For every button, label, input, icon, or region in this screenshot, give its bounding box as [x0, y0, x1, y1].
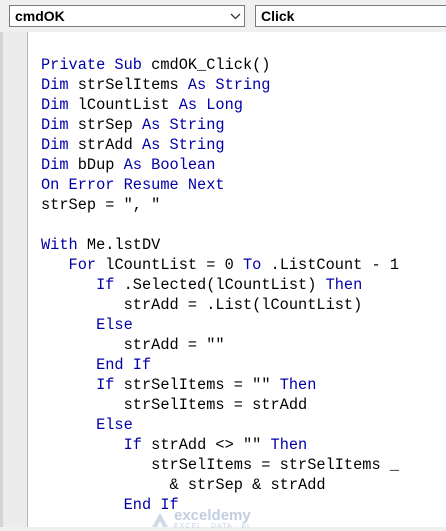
code-editor[interactable]: Private Sub cmdOK_Click() Dim strSelItems… — [0, 32, 446, 530]
margin-indicator-bar[interactable] — [3, 32, 28, 527]
code-line[interactable]: strSelItems = strSelItems _ — [41, 455, 399, 475]
code-line[interactable]: Else — [41, 315, 399, 335]
code-line[interactable]: If strSelItems = "" Then — [41, 375, 399, 395]
code-line[interactable]: If strAdd <> "" Then — [41, 435, 399, 455]
code-line[interactable]: Dim strSelItems As String — [41, 75, 399, 95]
procedure-dropdown[interactable]: Click — [255, 5, 446, 27]
vba-keyword: As String — [141, 116, 225, 134]
code-line[interactable]: strAdd = "" — [41, 335, 399, 355]
code-line[interactable]: Dim lCountList As Long — [41, 95, 399, 115]
vba-keyword: If — [96, 376, 124, 394]
code-text: strAdd <> "" — [151, 436, 271, 454]
code-text: strAdd — [77, 136, 142, 154]
code-text: strSep — [77, 116, 142, 134]
watermark-name: exceldemy — [174, 507, 251, 524]
code-text: lCountList — [77, 96, 179, 114]
vba-keyword: Dim — [41, 136, 78, 154]
vba-keyword: As Long — [178, 96, 243, 114]
vba-keyword: With — [41, 236, 87, 254]
code-line[interactable]: End If — [41, 355, 399, 375]
code-text: .Selected(lCountList) — [123, 276, 326, 294]
code-line[interactable]: Dim strSep As String — [41, 115, 399, 135]
vba-keyword: Dim — [41, 156, 78, 174]
object-dropdown-value: cmdOK — [15, 8, 65, 24]
code-line[interactable]: & strSep & strAdd — [41, 475, 399, 495]
vba-keyword: On Error Resume Next — [41, 176, 225, 194]
code-text: strSep = ", " — [41, 196, 161, 214]
chevron-down-icon[interactable] — [226, 6, 244, 26]
code-line[interactable]: On Error Resume Next — [41, 175, 399, 195]
vba-keyword: Private Sub — [41, 56, 152, 74]
code-text: strSelItems — [77, 76, 188, 94]
code-line[interactable] — [41, 215, 399, 235]
code-text: strSelItems = strAdd — [41, 396, 308, 414]
vba-keyword: Else — [96, 316, 133, 334]
vba-keyword: To — [242, 256, 271, 274]
code-line[interactable]: Dim bDup As Boolean — [41, 155, 399, 175]
code-line[interactable]: strAdd = .List(lCountList) — [41, 295, 399, 315]
vba-keyword: Else — [96, 416, 133, 434]
vba-keyword: Dim — [41, 76, 78, 94]
vba-keyword: Then — [270, 436, 308, 454]
exceldemy-watermark: exceldemy EXCEL · DATA · BI — [150, 508, 251, 531]
vba-keyword: Then — [279, 376, 317, 394]
code-text: Me.lstDV — [86, 236, 161, 254]
code-text: .ListCount - 1 — [270, 256, 400, 274]
code-text-area[interactable]: Private Sub cmdOK_Click() Dim strSelItems… — [41, 55, 399, 515]
code-line[interactable]: strSep = ", " — [41, 195, 399, 215]
exceldemy-logo-icon — [152, 512, 168, 527]
code-text: & strSep & strAdd — [41, 476, 326, 494]
vba-keyword: As Boolean — [123, 156, 216, 174]
code-text: bDup — [77, 156, 124, 174]
vba-keyword: As String — [141, 136, 225, 154]
vba-keyword: If — [123, 436, 152, 454]
object-dropdown[interactable]: cmdOK — [9, 5, 245, 27]
code-line[interactable]: Dim strAdd As String — [41, 135, 399, 155]
watermark-tagline: EXCEL · DATA · BI — [174, 523, 250, 530]
code-text: cmdOK_Click() — [151, 56, 271, 74]
vba-keyword: Then — [325, 276, 363, 294]
code-line[interactable]: If .Selected(lCountList) Then — [41, 275, 399, 295]
vba-keyword: For — [68, 256, 106, 274]
procedure-dropdown-value: Click — [261, 8, 295, 24]
vba-keyword: If — [96, 276, 124, 294]
code-text: strSelItems = strSelItems _ — [41, 456, 400, 474]
procedure-toolbar: cmdOK Click — [0, 0, 446, 32]
code-text: lCountList = 0 — [105, 256, 243, 274]
code-line[interactable]: strSelItems = strAdd — [41, 395, 399, 415]
vba-keyword: Dim — [41, 96, 78, 114]
code-text: strSelItems = "" — [123, 376, 280, 394]
code-line[interactable]: Private Sub cmdOK_Click() — [41, 55, 399, 75]
vba-keyword: Dim — [41, 116, 78, 134]
code-line[interactable]: With Me.lstDV — [41, 235, 399, 255]
code-text: strAdd = .List(lCountList) — [41, 296, 363, 314]
vba-keyword: As String — [187, 76, 271, 94]
vba-keyword: End If — [96, 356, 152, 374]
code-line[interactable]: For lCountList = 0 To .ListCount - 1 — [41, 255, 399, 275]
code-text: strAdd = "" — [41, 336, 225, 354]
code-line[interactable]: Else — [41, 415, 399, 435]
